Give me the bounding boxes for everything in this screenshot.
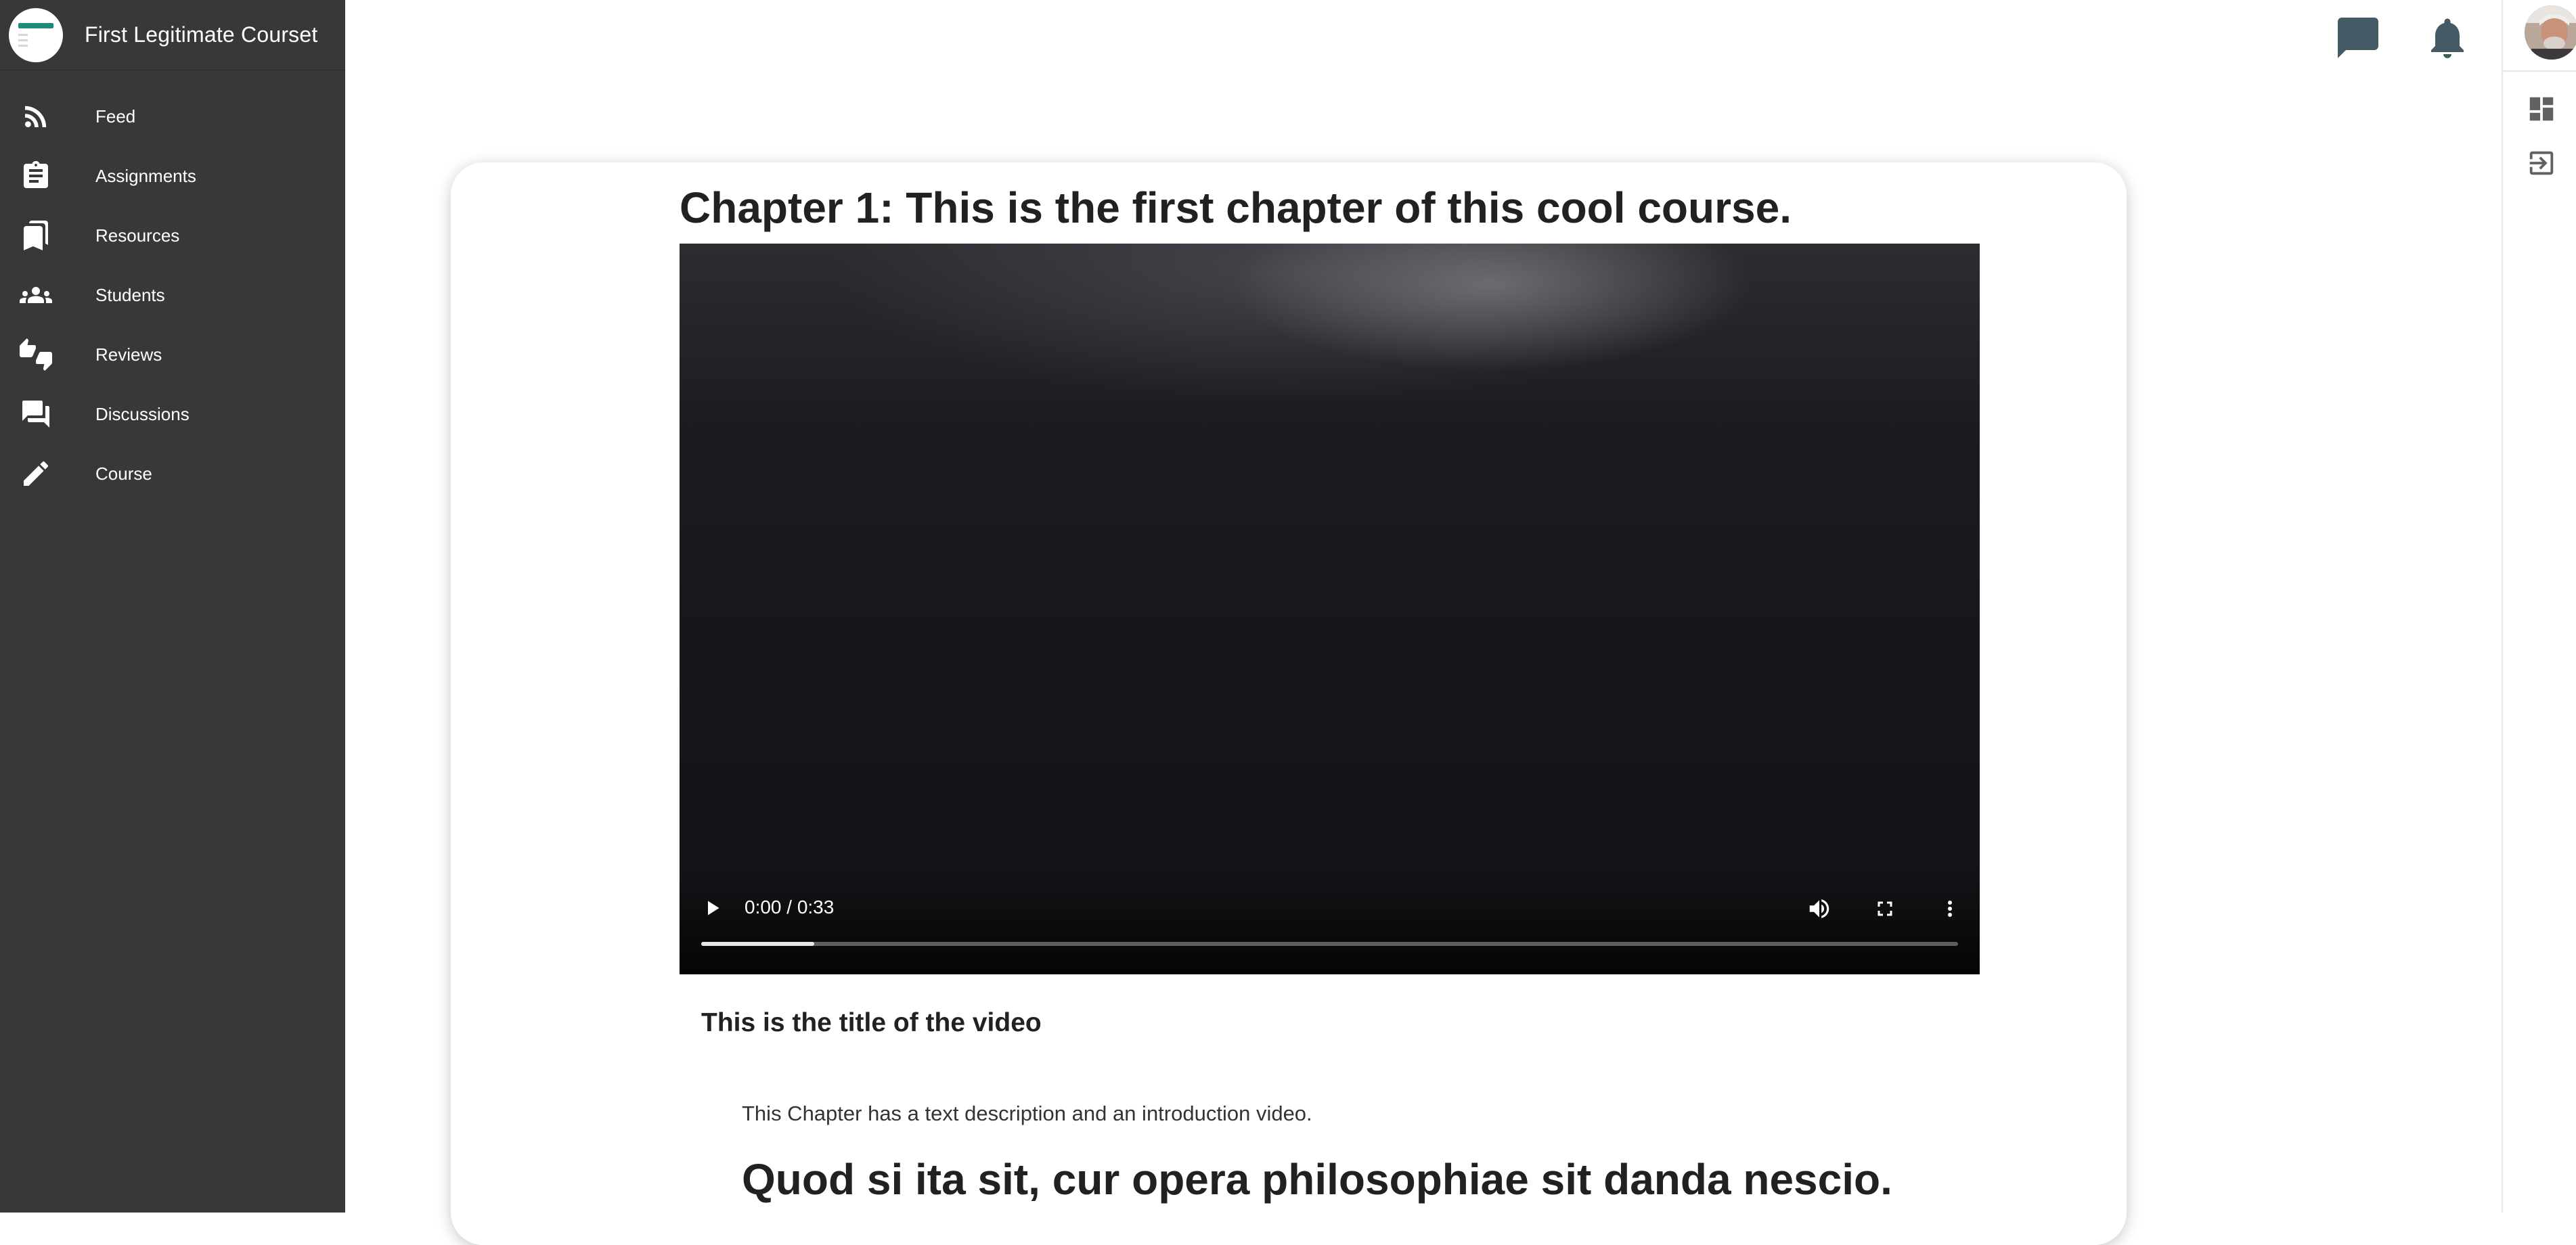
thumbs-up-down-icon [18, 337, 53, 372]
clipboard-icon [18, 158, 53, 194]
video-player[interactable]: 0:00 / 0:33 [680, 244, 1980, 974]
sidebar-item-label: Course [95, 463, 152, 484]
sidebar-header: First Legitimate Courset [0, 0, 345, 70]
chapter-title: Chapter 1: This is the first chapter of … [680, 183, 1792, 232]
sidebar-item-assignments[interactable]: Assignments [0, 146, 345, 206]
pencil-icon [18, 456, 53, 491]
video-progress-bar[interactable] [701, 942, 1958, 946]
sidebar-item-label: Students [95, 284, 165, 305]
forum-icon [18, 397, 53, 432]
logout-icon[interactable] [2525, 146, 2558, 180]
sidebar-item-label: Assignments [95, 165, 196, 186]
bookmarks-icon [18, 218, 53, 253]
sidebar: First Legitimate Courset Feed Assignment… [0, 0, 345, 1213]
right-rail [2502, 0, 2576, 1213]
people-icon [18, 277, 53, 313]
sidebar-item-label: Feed [95, 106, 136, 127]
course-logo[interactable] [9, 7, 63, 62]
sidebar-item-label: Reviews [95, 344, 162, 365]
volume-icon[interactable] [1805, 895, 1834, 923]
rss-feed-icon [18, 99, 53, 134]
sidebar-item-label: Discussions [95, 403, 190, 424]
chat-icon[interactable] [2332, 12, 2384, 64]
more-options-icon[interactable] [1936, 895, 1964, 923]
notification-bell-icon[interactable] [2422, 12, 2473, 64]
avatar[interactable] [2525, 5, 2576, 60]
dashboard-icon[interactable] [2525, 92, 2558, 126]
sidebar-item-students[interactable]: Students [0, 265, 345, 325]
video-time-display: 0:00 / 0:33 [745, 897, 835, 918]
rail-divider [2503, 70, 2576, 72]
sidebar-item-label: Resources [95, 225, 180, 246]
course-title[interactable]: First Legitimate Courset [85, 22, 317, 47]
sidebar-nav: Feed Assignments Resources Students Revi… [0, 70, 345, 503]
sidebar-item-discussions[interactable]: Discussions [0, 384, 345, 444]
sidebar-item-feed[interactable]: Feed [0, 87, 345, 146]
video-buffered-range [701, 942, 815, 946]
video-title: This is the title of the video [701, 1008, 1042, 1037]
sidebar-item-resources[interactable]: Resources [0, 206, 345, 265]
body-heading: Quod si ita sit, cur opera philosophiae … [742, 1155, 1892, 1204]
chapter-description: This Chapter has a text description and … [742, 1102, 1312, 1125]
sidebar-item-reviews[interactable]: Reviews [0, 325, 345, 384]
fullscreen-icon[interactable] [1871, 895, 1899, 923]
play-icon[interactable] [698, 895, 726, 922]
video-controls-shade [680, 866, 1980, 974]
sidebar-item-course[interactable]: Course [0, 444, 345, 503]
